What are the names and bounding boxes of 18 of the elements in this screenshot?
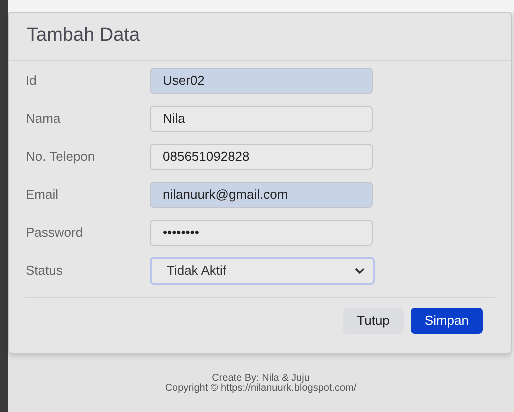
field-label: Nama bbox=[25, 110, 62, 128]
chevron-down-icon bbox=[355, 268, 365, 274]
dialog-title: Tambah Data bbox=[27, 24, 140, 48]
password-field[interactable]: •••••••• bbox=[150, 220, 373, 246]
footer-text: Create By: Nila & Juju bbox=[212, 374, 310, 384]
footer-text: Copyright © https://nilanuurk.blogspot.com/ bbox=[165, 384, 357, 394]
field-label: Status bbox=[25, 262, 64, 280]
input-field[interactable]: User02 bbox=[150, 68, 373, 94]
field-label: No. Telepon bbox=[25, 148, 96, 166]
field-label: Password bbox=[25, 224, 84, 242]
close-button[interactable]: Tutup bbox=[343, 308, 404, 334]
field-label: Email bbox=[25, 186, 60, 204]
input-field[interactable]: Nila bbox=[150, 106, 373, 132]
input-field[interactable]: nilanuurk@gmail.com bbox=[150, 182, 373, 208]
input-field[interactable]: 085651092828 bbox=[150, 144, 373, 170]
save-button[interactable]: Simpan bbox=[410, 308, 483, 334]
field-label: Id bbox=[25, 72, 38, 90]
status-select[interactable]: Tidak Aktif bbox=[150, 257, 375, 285]
